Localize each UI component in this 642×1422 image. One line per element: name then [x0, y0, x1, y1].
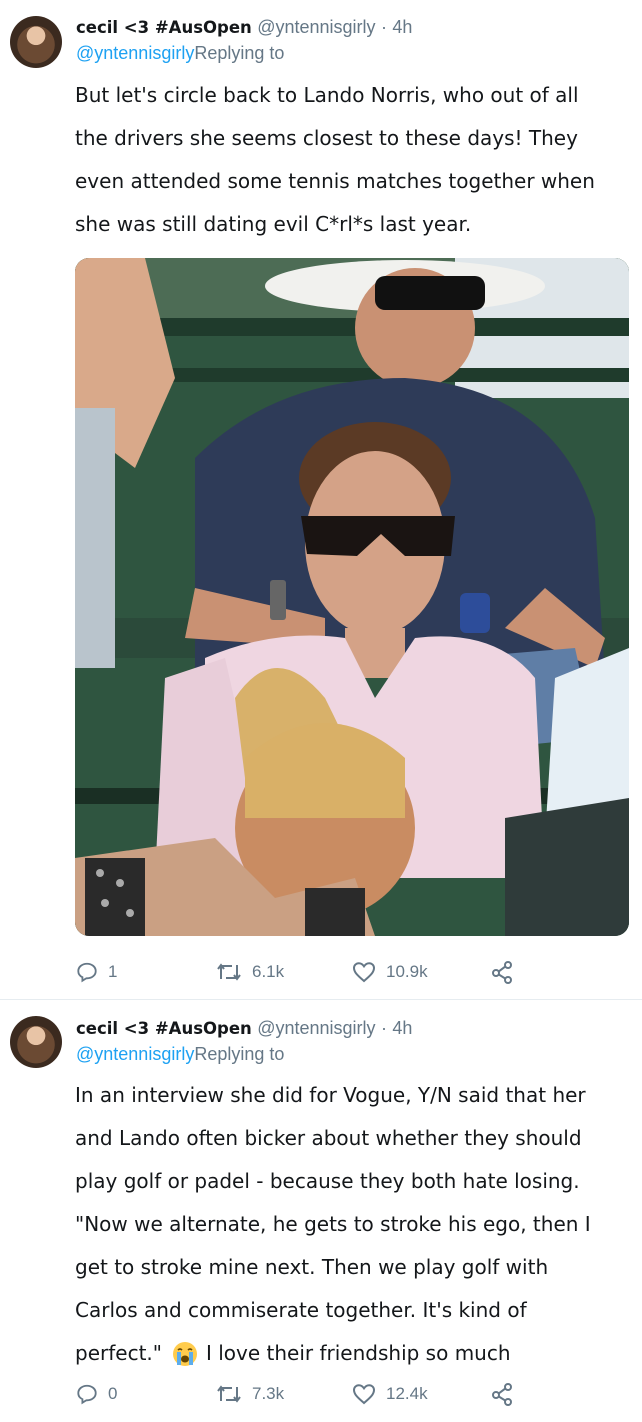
display-name[interactable]: cecil <3 #AusOpen	[76, 1019, 252, 1038]
reply-count: 0	[108, 1384, 118, 1403]
like-count: 12.4k	[386, 1384, 428, 1403]
separator-dot: ·	[380, 1018, 387, 1038]
tweet-text-line: In an interview she did for Vogue, Y/N s…	[75, 1083, 586, 1107]
like-button[interactable]: 10.9k	[352, 956, 428, 988]
tweet-text-segment: I love their friendship so much	[205, 1341, 511, 1365]
replying-to-label: Replying to	[194, 43, 285, 63]
share-icon	[492, 961, 512, 984]
tweet-text-line: she was still dating evil C*rl*s last ye…	[75, 212, 472, 236]
tweet-header: cecil <3 #AusOpen @yntennisgirly · 4h	[76, 14, 412, 40]
separator-dot: ·	[380, 17, 387, 37]
like-button[interactable]: 12.4k	[352, 1378, 428, 1410]
share-button[interactable]	[490, 956, 514, 988]
avatar[interactable]	[10, 1016, 62, 1068]
tweet-photo[interactable]	[75, 258, 629, 936]
timestamp[interactable]: 4h	[392, 1018, 412, 1038]
display-name[interactable]: cecil <3 #AusOpen	[76, 18, 252, 37]
avatar[interactable]	[10, 16, 62, 68]
share-icon	[492, 1383, 512, 1406]
retweet-button[interactable]: 6.1k	[216, 956, 284, 988]
tweet-text: In an interview she did for Vogue, Y/N s…	[75, 1074, 635, 1375]
tweet[interactable]: cecil <3 #AusOpen @yntennisgirly · 4h @y…	[0, 0, 642, 1000]
share-button[interactable]	[490, 1378, 514, 1410]
tweet[interactable]: cecil <3 #AusOpen @yntennisgirly · 4h @y…	[0, 1000, 642, 1422]
tweet-text-line: the drivers she seems closest to these d…	[75, 126, 578, 150]
heart-icon	[352, 962, 376, 983]
tweet-actions: 1 6.1k 10.9k	[0, 956, 642, 988]
timestamp[interactable]: 4h	[392, 17, 412, 37]
reply-icon	[77, 1384, 97, 1405]
heart-icon	[352, 1384, 376, 1405]
tweet-text-line: "Now we alternate, he gets to stroke his…	[75, 1212, 591, 1236]
like-count: 10.9k	[386, 962, 428, 981]
retweet-icon	[217, 1385, 241, 1403]
reply-handle-link[interactable]: @yntennisgirly	[76, 1044, 194, 1064]
tweet-text-segment: perfect."	[75, 1341, 162, 1365]
retweet-button[interactable]: 7.3k	[216, 1378, 284, 1410]
tweet-header: cecil <3 #AusOpen @yntennisgirly · 4h	[76, 1015, 412, 1041]
tweet-actions: 0 7.3k 12.4k	[0, 1378, 642, 1410]
tweet-text-line: Carlos and commiserate together. It's ki…	[75, 1298, 527, 1322]
retweet-count: 6.1k	[252, 962, 285, 981]
loudly-crying-face-emoji	[172, 1341, 197, 1366]
reply-handle-link[interactable]: @yntennisgirly	[76, 43, 194, 63]
tweet-text-line: get to stroke mine next. Then we play go…	[75, 1255, 549, 1279]
tweet-text-line: even attended some tennis matches togeth…	[75, 169, 595, 193]
reply-count: 1	[108, 962, 118, 981]
replying-to: @yntennisgirlyReplying to	[76, 1041, 284, 1067]
replying-to: @yntennisgirlyReplying to	[76, 40, 284, 66]
tweet-text-line: But let's circle back to Lando Norris, w…	[75, 83, 579, 107]
tweet-text-line: and Lando often bicker about whether the…	[75, 1126, 582, 1150]
replying-to-label: Replying to	[194, 1044, 285, 1064]
reply-icon	[77, 962, 97, 983]
reply-button[interactable]: 0	[76, 1378, 117, 1410]
reply-button[interactable]: 1	[76, 956, 117, 988]
tweet-text: But let's circle back to Lando Norris, w…	[75, 74, 635, 246]
tweet-text-line-last: perfect." I love their friendship so muc…	[75, 1332, 635, 1375]
user-handle[interactable]: @yntennisgirly	[257, 17, 375, 37]
user-handle[interactable]: @yntennisgirly	[257, 1018, 375, 1038]
tweet-text-line: play golf or padel - because they both h…	[75, 1169, 580, 1193]
retweet-count: 7.3k	[252, 1384, 285, 1403]
retweet-icon	[217, 963, 241, 981]
